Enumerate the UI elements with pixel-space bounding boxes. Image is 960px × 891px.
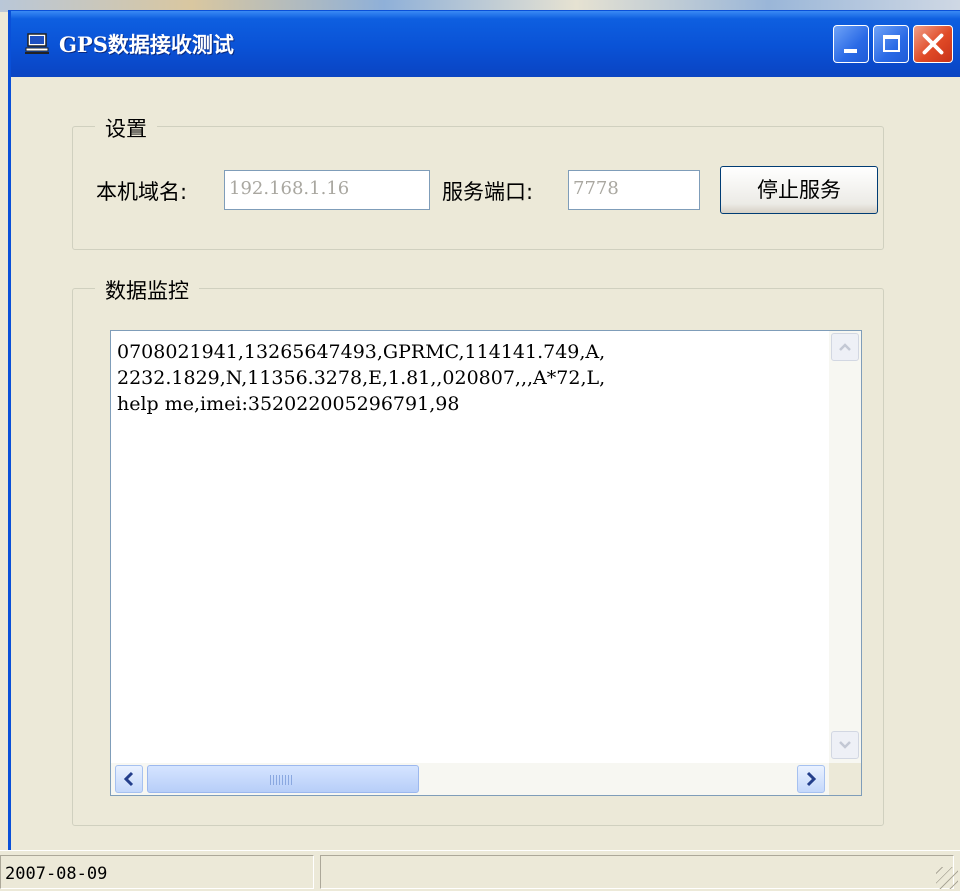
scroll-thumb-grip — [270, 775, 292, 785]
port-field[interactable]: 7778 — [568, 170, 700, 210]
scroll-left-button[interactable] — [115, 765, 143, 793]
scroll-left-icon — [123, 771, 134, 787]
port-label: 服务端口: — [442, 180, 534, 204]
scrollbar-corner — [829, 763, 861, 795]
maximize-button[interactable] — [873, 25, 909, 63]
status-pane-empty — [320, 855, 954, 889]
status-pane-date: 2007-08-09 — [0, 855, 314, 889]
horizontal-scroll-thumb[interactable] — [147, 765, 419, 793]
status-date: 2007-08-09 — [5, 864, 108, 884]
resize-grip[interactable] — [936, 867, 958, 889]
close-icon — [922, 33, 944, 55]
scroll-down-icon — [839, 741, 851, 749]
data-monitor-text: 0708021941,13265647493,GPRMC,114141.749,… — [117, 339, 827, 417]
close-button[interactable] — [913, 25, 953, 63]
data-line: 0708021941,13265647493,GPRMC,114141.749,… — [117, 341, 606, 363]
scroll-right-icon — [806, 771, 817, 787]
maximize-icon — [883, 35, 900, 52]
data-monitor-textarea[interactable]: 0708021941,13265647493,GPRMC,114141.749,… — [110, 330, 862, 796]
hostname-label: 本机域名: — [96, 180, 188, 204]
scroll-right-button[interactable] — [797, 765, 825, 793]
minimize-button[interactable] — [833, 25, 869, 63]
vertical-scrollbar[interactable] — [829, 331, 861, 763]
horizontal-scrollbar[interactable] — [111, 763, 829, 795]
scroll-up-button[interactable] — [831, 333, 859, 361]
data-line: help me,imei:352022005296791,98 — [117, 393, 460, 415]
settings-group-label: 设置 — [95, 113, 157, 143]
hostname-field[interactable]: 192.168.1.16 — [224, 170, 430, 210]
scroll-down-button[interactable] — [831, 731, 859, 759]
app-computer-icon — [25, 33, 49, 55]
minimize-icon — [844, 49, 857, 53]
stop-service-button[interactable]: 停止服务 — [720, 166, 878, 214]
window-title: GPS数据接收测试 — [59, 32, 234, 57]
status-bar: 2007-08-09 — [0, 850, 960, 891]
data-line: 2232.1829,N,11356.3278,E,1.81,,020807,,,… — [117, 367, 606, 389]
title-bar[interactable]: GPS数据接收测试 — [11, 11, 960, 77]
data-monitor-group-label: 数据监控 — [95, 275, 199, 305]
scroll-up-icon — [839, 343, 851, 351]
